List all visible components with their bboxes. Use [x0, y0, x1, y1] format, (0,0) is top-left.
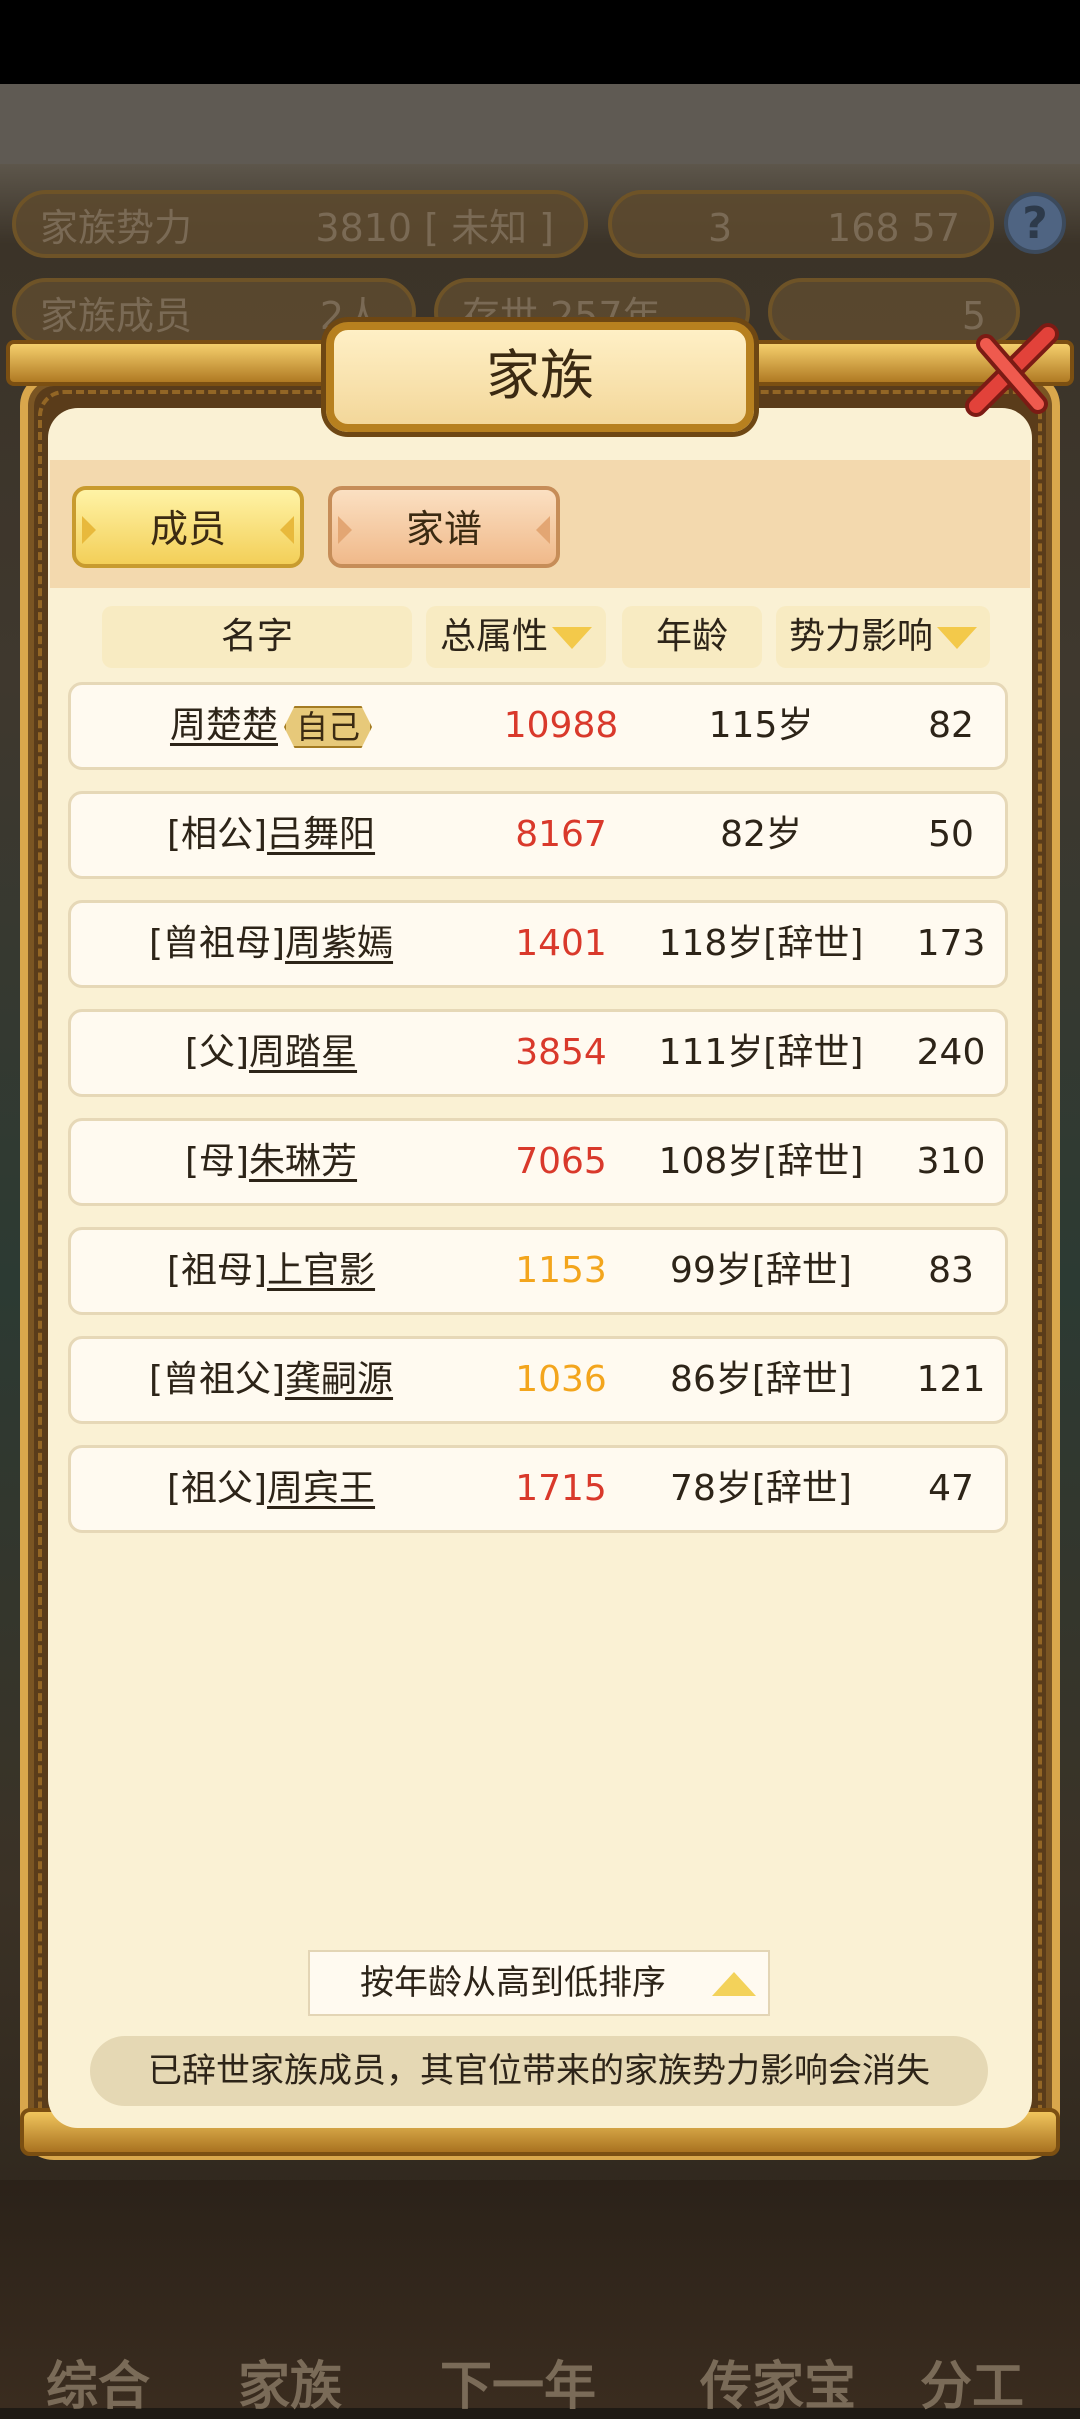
member-relation: [曾祖母] — [148, 923, 286, 964]
column-header-influence[interactable]: 势力影响 — [776, 606, 990, 668]
member-relation: [曾祖父] — [148, 1359, 286, 1400]
member-name-cell: [母]朱琳芳 — [81, 1121, 461, 1203]
member-name[interactable]: 朱琳芳 — [249, 1141, 357, 1182]
sort-down-icon — [937, 627, 977, 649]
member-name-cell: [相公]吕舞阳 — [81, 794, 461, 876]
member-relation: [祖父] — [166, 1468, 268, 1509]
chevron-right-icon — [536, 516, 550, 544]
chevron-left-icon — [82, 516, 96, 544]
member-name-cell: [父]周踏星 — [81, 1012, 461, 1094]
status-bar — [0, 0, 1080, 84]
member-influence: 121 — [916, 1359, 986, 1400]
table-row[interactable]: [母]朱琳芳 7065 108岁[辞世] 310 — [68, 1118, 1008, 1206]
member-name[interactable]: 周宾王 — [267, 1468, 375, 1509]
member-name-cell: [祖母]上官影 — [81, 1230, 461, 1312]
member-relation: [祖母] — [166, 1250, 268, 1291]
sort-up-icon — [712, 1972, 756, 1996]
deceased-notice: 已辞世家族成员，其官位带来的家族势力影响会消失 — [90, 2036, 988, 2106]
sort-down-icon — [552, 627, 592, 649]
member-influence: 83 — [928, 1250, 974, 1291]
bg-family-power-label: 家族势力 — [40, 206, 193, 250]
nav-overview: 综合 — [46, 2357, 151, 2417]
column-header-age-label: 年龄 — [655, 616, 728, 657]
tab-family-tree[interactable]: 家谱 — [328, 486, 560, 568]
member-name[interactable]: 周紫嫣 — [285, 923, 393, 964]
bg-family-power: 家族势力 3810 [ 未知 ] — [12, 190, 588, 258]
member-name[interactable]: 上官影 — [267, 1250, 375, 1291]
tab-members[interactable]: 成员 — [72, 486, 304, 568]
nav-division: 分工 — [920, 2357, 1025, 2417]
bg-resources: 3 168 57 — [608, 190, 994, 258]
self-badge: 自己 — [284, 706, 373, 748]
tab-members-label: 成员 — [149, 507, 226, 551]
member-name[interactable]: 龚嗣源 — [285, 1359, 393, 1400]
help-icon: ? — [1004, 192, 1066, 254]
table-row[interactable]: [相公]吕舞阳 8167 82岁 50 — [68, 791, 1008, 879]
bg-family-power-value: 3810 [ 未知 ] — [315, 206, 554, 250]
member-name[interactable]: 周踏星 — [249, 1032, 357, 1073]
member-name[interactable]: 周楚楚 — [170, 705, 278, 746]
chevron-left-icon — [338, 516, 352, 544]
nav-next-year: 下一年 — [440, 2357, 597, 2417]
member-name-cell: [祖父]周宾王 — [81, 1448, 461, 1530]
member-name[interactable]: 吕舞阳 — [267, 814, 375, 855]
member-name-cell: [曾祖父]龚嗣源 — [81, 1339, 461, 1421]
bg-resource-values: 168 57 — [827, 206, 960, 250]
table-row[interactable]: [祖母]上官影 1153 99岁[辞世] 83 — [68, 1227, 1008, 1315]
column-header-age: 年龄 — [622, 606, 762, 668]
background-top-strip — [0, 84, 1080, 164]
member-influence: 50 — [928, 814, 974, 855]
sort-by-age-button[interactable]: 按年龄从高到低排序 — [308, 1950, 770, 2016]
close-icon[interactable] — [956, 318, 1066, 428]
member-relation: [母] — [184, 1141, 250, 1182]
member-influence: 310 — [916, 1141, 986, 1182]
column-header-name-label: 名字 — [220, 616, 293, 657]
member-influence: 173 — [916, 923, 986, 964]
member-influence: 47 — [928, 1468, 974, 1509]
dialog-title: 家族 — [326, 322, 754, 432]
member-name-cell: 周楚楚 自己 — [81, 685, 461, 767]
table-row[interactable]: 周楚楚 自己 10988 115岁 82 — [68, 682, 1008, 770]
sort-by-age-label: 按年龄从高到低排序 — [360, 1963, 666, 2003]
column-header-name: 名字 — [102, 606, 412, 668]
table-row[interactable]: [曾祖母]周紫嫣 1401 118岁[辞世] 173 — [68, 900, 1008, 988]
column-header-attr[interactable]: 总属性 — [426, 606, 606, 668]
member-relation: [相公] — [166, 814, 268, 855]
chevron-right-icon — [280, 516, 294, 544]
table-row[interactable]: [祖父]周宾王 1715 78岁[辞世] 47 — [68, 1445, 1008, 1533]
table-row[interactable]: [曾祖父]龚嗣源 1036 86岁[辞世] 121 — [68, 1336, 1008, 1424]
tab-family-tree-label: 家谱 — [405, 507, 482, 551]
bottom-nav: 综合 家族 下一年 传家宝 分工 — [0, 2180, 1080, 2417]
member-relation: [父] — [184, 1032, 250, 1073]
column-header-attr-label: 总属性 — [439, 616, 548, 657]
nav-family: 家族 — [238, 2357, 343, 2417]
member-influence: 82 — [928, 705, 974, 746]
member-influence: 240 — [916, 1032, 986, 1073]
bg-resource-count: 3 — [708, 206, 733, 250]
table-row[interactable]: [父]周踏星 3854 111岁[辞世] 240 — [68, 1009, 1008, 1097]
nav-heirloom: 传家宝 — [700, 2357, 857, 2417]
member-name-cell: [曾祖母]周紫嫣 — [81, 903, 461, 985]
column-header-influence-label: 势力影响 — [788, 616, 933, 657]
